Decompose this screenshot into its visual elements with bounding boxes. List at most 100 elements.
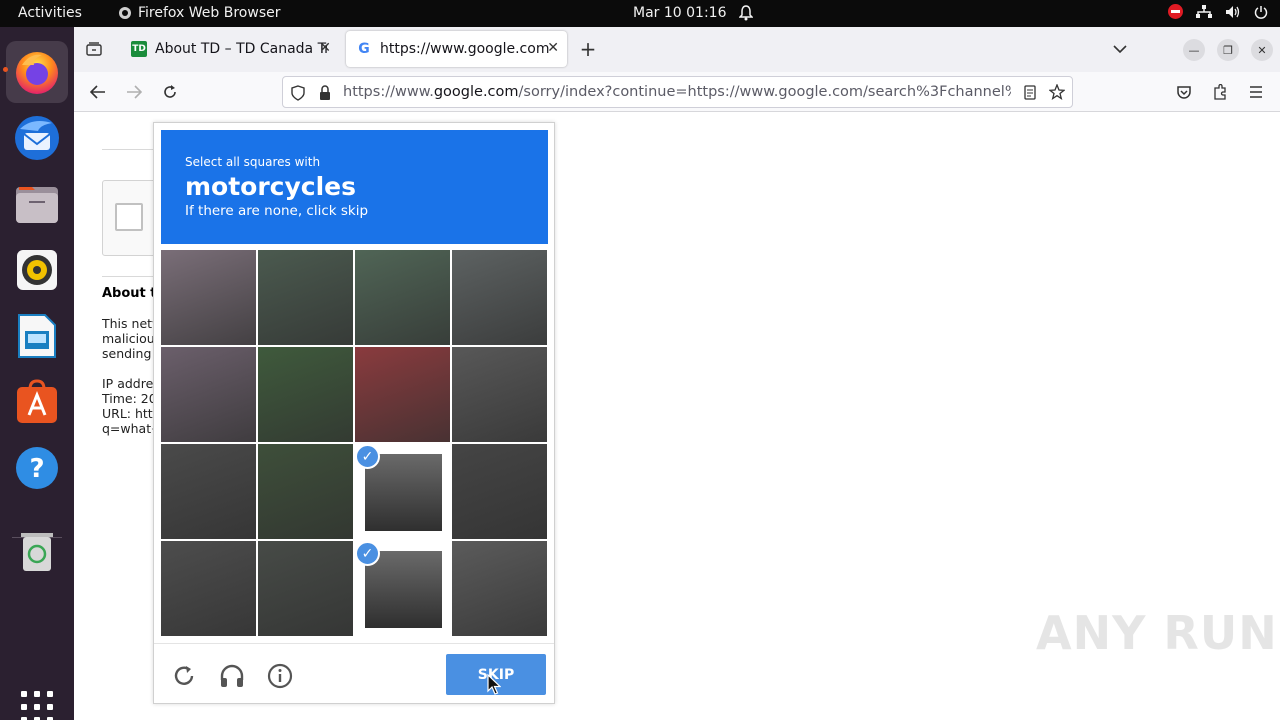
reload-icon — [164, 85, 176, 98]
tab-google[interactable]: G https://www.google.com ✕ — [346, 31, 567, 67]
divider — [102, 276, 154, 277]
dock-libreoffice-impress[interactable] — [6, 305, 68, 367]
captcha-tile[interactable]: ✓ — [355, 444, 450, 539]
firefox-view-icon[interactable] — [82, 37, 106, 61]
captcha-tile[interactable] — [355, 347, 450, 442]
tile-image — [365, 551, 442, 628]
reload-button[interactable] — [158, 80, 182, 104]
captcha-tile[interactable] — [161, 444, 256, 539]
captcha-tile[interactable] — [452, 444, 547, 539]
tab-title: About TD – TD Canada Tr — [155, 41, 327, 57]
tile-image — [365, 454, 442, 531]
challenge-header: Select all squares with motorcycles If t… — [161, 130, 548, 244]
dock-thunderbird[interactable] — [6, 107, 68, 169]
close-window-button[interactable]: ✕ — [1251, 39, 1273, 61]
target-object: motorcycles — [185, 172, 357, 201]
trash-icon — [21, 533, 53, 571]
rhythmbox-icon — [17, 250, 57, 290]
recaptcha-checkbox[interactable] — [115, 203, 143, 231]
forward-arrow-icon — [127, 85, 142, 99]
audio-challenge-icon[interactable] — [218, 662, 246, 690]
bookmark-star-icon[interactable] — [1049, 84, 1065, 100]
dock-trash[interactable] — [6, 519, 68, 581]
list-all-tabs-icon[interactable] — [1108, 37, 1132, 61]
clock[interactable]: Mar 10 01:16 — [633, 5, 726, 21]
new-tab-button[interactable]: + — [576, 37, 600, 61]
skip-hint: If there are none, click skip — [185, 203, 369, 219]
notification-bell-icon[interactable] — [738, 5, 754, 25]
hamburger-menu-icon[interactable] — [1244, 80, 1268, 104]
image-grid: ✓ ✓ — [161, 250, 548, 637]
captcha-tile[interactable] — [258, 541, 353, 636]
minimize-button[interactable]: — — [1183, 39, 1205, 61]
reader-view-icon[interactable] — [1024, 85, 1036, 100]
info-icon[interactable] — [266, 662, 294, 690]
selected-check-icon: ✓ — [355, 444, 380, 469]
captcha-tile[interactable] — [161, 541, 256, 636]
dock-files[interactable] — [6, 173, 68, 235]
restore-button[interactable]: ❐ — [1217, 39, 1239, 61]
time-line: Time: 20 — [102, 391, 157, 406]
volume-icon[interactable] — [1225, 5, 1241, 19]
activities-button[interactable]: Activities — [18, 5, 82, 21]
app-menu[interactable]: Firefox Web Browser — [118, 5, 281, 21]
lock-icon[interactable] — [319, 85, 331, 101]
dock-rhythmbox[interactable] — [6, 239, 68, 301]
mouse-cursor-icon — [487, 674, 501, 695]
captcha-tile[interactable] — [452, 250, 547, 345]
thunderbird-icon — [15, 116, 59, 160]
tab-title: https://www.google.com — [380, 41, 550, 57]
captcha-tile[interactable]: ✓ — [355, 541, 450, 636]
power-icon[interactable] — [1254, 5, 1268, 19]
files-icon — [16, 187, 58, 223]
selected-check-icon: ✓ — [355, 541, 380, 566]
explanation-line: sending t — [102, 346, 161, 361]
captcha-tile[interactable] — [161, 250, 256, 345]
url-text[interactable]: https://www.google.com/sorry/index?conti… — [343, 84, 1011, 100]
captcha-tile[interactable] — [258, 444, 353, 539]
recording-stop-icon[interactable] — [1168, 4, 1183, 19]
impress-icon — [18, 314, 56, 358]
back-button[interactable] — [86, 80, 110, 104]
recaptcha-challenge: Select all squares with motorcycles If t… — [153, 122, 555, 704]
system-tray[interactable] — [1168, 4, 1268, 19]
network-icon[interactable] — [1196, 4, 1212, 19]
nav-bar: https://www.google.com/sorry/index?conti… — [74, 72, 1280, 112]
tab-bar: TD About TD – TD Canada Tr ✕ G https://w… — [74, 27, 1280, 72]
show-apps-icon[interactable] — [21, 691, 53, 723]
shield-icon[interactable] — [291, 85, 305, 101]
pocket-icon[interactable] — [1172, 80, 1196, 104]
running-indicator — [3, 67, 8, 72]
forward-button[interactable] — [122, 80, 146, 104]
close-icon[interactable]: ✕ — [319, 40, 331, 56]
tab-td-canada[interactable]: TD About TD – TD Canada Tr ✕ — [121, 31, 339, 67]
captcha-tile[interactable] — [355, 250, 450, 345]
captcha-tile[interactable] — [258, 250, 353, 345]
ip-address-line: IP addres — [102, 376, 160, 391]
instruction-text: Select all squares with — [185, 155, 321, 169]
td-favicon-icon: TD — [131, 41, 147, 57]
captcha-tile[interactable] — [161, 347, 256, 442]
challenge-footer: SKIP — [154, 643, 554, 704]
google-favicon-icon: G — [358, 41, 370, 57]
firefox-small-icon — [119, 7, 131, 19]
top-bar: Activities Firefox Web Browser Mar 10 01… — [0, 0, 1280, 27]
dock-help[interactable]: ? — [6, 437, 68, 499]
extensions-icon[interactable] — [1208, 80, 1232, 104]
captcha-tile[interactable] — [258, 347, 353, 442]
back-arrow-icon — [90, 85, 105, 99]
reload-challenge-icon[interactable] — [170, 662, 198, 690]
firefox-icon — [16, 52, 58, 94]
app-name-label: Firefox Web Browser — [138, 5, 281, 21]
help-icon: ? — [16, 447, 58, 489]
url-line: URL: http — [102, 406, 161, 421]
dock-app-center[interactable] — [6, 371, 68, 433]
dock-firefox[interactable] — [3, 41, 68, 103]
captcha-tile[interactable] — [452, 541, 547, 636]
divider — [102, 149, 154, 150]
svg-text:?: ? — [29, 454, 44, 484]
close-icon[interactable]: ✕ — [547, 40, 559, 56]
app-center-icon — [17, 379, 57, 423]
captcha-tile[interactable] — [452, 347, 547, 442]
url-bar[interactable]: https://www.google.com/sorry/index?conti… — [282, 76, 1073, 108]
